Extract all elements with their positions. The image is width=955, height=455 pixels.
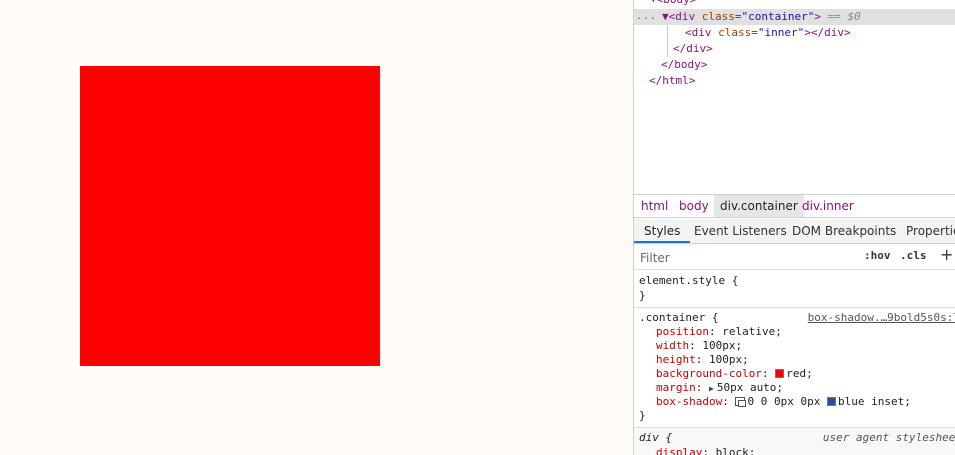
dom-body-close-line[interactable]: </body> bbox=[634, 57, 955, 73]
prop-bg-value: red; bbox=[786, 367, 813, 380]
prop-margin[interactable]: margin: ▶ 50px auto; bbox=[656, 381, 783, 395]
prop-height-value: 100px; bbox=[709, 353, 749, 366]
dom-inner-open: <div bbox=[685, 26, 719, 39]
breadcrumb-html[interactable]: html bbox=[635, 195, 674, 217]
dom-indent-guide bbox=[667, 26, 668, 57]
dom-body-open: ▾<body> bbox=[650, 0, 696, 8]
container-source-link[interactable]: box-shadow.…9bold5s0s:7 bbox=[808, 311, 955, 325]
prop-position-value: relative; bbox=[722, 325, 782, 338]
dom-div-close: </div> bbox=[673, 42, 713, 55]
more-icon[interactable]: ... bbox=[636, 9, 657, 25]
rule-div-user-agent: div { user agent stylesheet display: blo… bbox=[634, 427, 955, 455]
prop-background-color[interactable]: background-color: red; bbox=[656, 367, 813, 381]
breadcrumb-body[interactable]: body bbox=[673, 195, 715, 217]
prop-width[interactable]: width: 100px; bbox=[656, 339, 742, 353]
dom-container-attr-name: class bbox=[701, 10, 735, 23]
tab-event-listeners[interactable]: Event Listeners bbox=[684, 219, 797, 243]
prop-height[interactable]: height: 100px; bbox=[656, 353, 749, 367]
prop-width-value: 100px; bbox=[702, 339, 743, 352]
container-selector: .container bbox=[639, 311, 706, 324]
tab-styles[interactable]: Styles bbox=[634, 219, 691, 243]
dom-inner-line[interactable]: <div class="inner"></div> bbox=[634, 25, 955, 41]
prop-display-value: block; bbox=[715, 446, 756, 455]
filter-input[interactable] bbox=[640, 248, 850, 267]
element-style-close: } bbox=[639, 289, 646, 302]
dom-inner-eq: = bbox=[751, 26, 758, 39]
dom-inner-attr-name: class bbox=[718, 26, 752, 39]
dom-container-open: ▼<div bbox=[662, 10, 702, 23]
styles-pane: element.style { } .container { box-shado… bbox=[634, 271, 955, 455]
dom-container-eq: = bbox=[734, 10, 742, 23]
user-agent-label: user agent stylesheet bbox=[822, 431, 955, 444]
tab-properties[interactable]: Properties bbox=[896, 219, 955, 243]
dom-container-close: > bbox=[814, 10, 821, 23]
prop-shadow-name: box-shadow bbox=[656, 395, 723, 408]
dom-html-close-line[interactable]: </html> bbox=[634, 73, 955, 89]
prop-margin-name: margin bbox=[656, 381, 696, 394]
prop-display-name: display bbox=[656, 446, 703, 455]
color-swatch-blue-icon[interactable] bbox=[826, 397, 836, 406]
prop-box-shadow[interactable]: box-shadow: 0 0 0px 0px blue inset; bbox=[656, 395, 911, 409]
dom-inner-close: ></div> bbox=[804, 26, 851, 39]
prop-margin-value: 50px auto; bbox=[716, 381, 784, 394]
prop-position[interactable]: position: relative; bbox=[656, 325, 782, 339]
breadcrumb-div-container[interactable]: div.container bbox=[714, 195, 804, 217]
container-selector-line[interactable]: .container { bbox=[639, 311, 718, 325]
dom-container-attr-val: "container" bbox=[741, 10, 815, 23]
shadow-editor-icon[interactable] bbox=[735, 397, 747, 407]
prop-display: display: block; bbox=[656, 446, 755, 455]
devtools-panel: ▾<body> ... ▼<div class="container"> == … bbox=[633, 0, 955, 455]
new-rule-button[interactable]: + bbox=[940, 245, 953, 264]
rule-container: .container { box-shadow.…9bold5s0s:7 pos… bbox=[634, 307, 955, 427]
dom-tree: ▾<body> ... ▼<div class="container"> == … bbox=[634, 0, 955, 193]
dom-html-close: </html> bbox=[649, 74, 696, 87]
div-ua-selector: div { bbox=[639, 431, 673, 444]
dom-body-open-line[interactable]: ▾<body> bbox=[634, 0, 955, 8]
cls-toggle[interactable]: .cls bbox=[900, 249, 927, 262]
color-swatch-red-icon[interactable] bbox=[775, 369, 785, 378]
breadcrumb: html body div.container div.inner bbox=[634, 194, 955, 218]
container-box[interactable] bbox=[80, 66, 380, 366]
prop-width-name: width bbox=[656, 339, 690, 352]
dom-div-close-line[interactable]: </div> bbox=[634, 41, 955, 57]
prop-shadow-value-post: blue inset; bbox=[837, 395, 911, 408]
container-brace: { bbox=[705, 311, 719, 324]
breadcrumb-div-inner[interactable]: div.inner bbox=[796, 195, 860, 217]
styles-tabbar: Styles Event Listeners DOM Breakpoints P… bbox=[634, 219, 955, 244]
filter-toolbar: :hov .cls + bbox=[634, 245, 955, 270]
hov-toggle[interactable]: :hov bbox=[864, 249, 891, 262]
tab-dom-breakpoints[interactable]: DOM Breakpoints bbox=[782, 219, 906, 243]
prop-shadow-value-pre: 0 0 0px 0px bbox=[747, 395, 821, 408]
prop-position-name: position bbox=[656, 325, 709, 338]
dom-inner-attr-val: "inner" bbox=[757, 26, 805, 39]
container-close: } bbox=[639, 409, 646, 422]
element-style-selector[interactable]: element.style { bbox=[639, 274, 738, 288]
prop-height-name: height bbox=[656, 353, 696, 366]
dom-body-close: </body> bbox=[661, 58, 708, 71]
expand-arrow-icon[interactable]: ▶ bbox=[709, 384, 714, 393]
dom-selected-marker: == $0 bbox=[820, 10, 861, 23]
rule-element-style: element.style { } bbox=[634, 271, 955, 307]
dom-container-line[interactable]: ... ▼<div class="container"> == $0 bbox=[634, 9, 955, 25]
prop-bg-name: background-color bbox=[656, 367, 762, 380]
page-preview bbox=[0, 0, 633, 455]
